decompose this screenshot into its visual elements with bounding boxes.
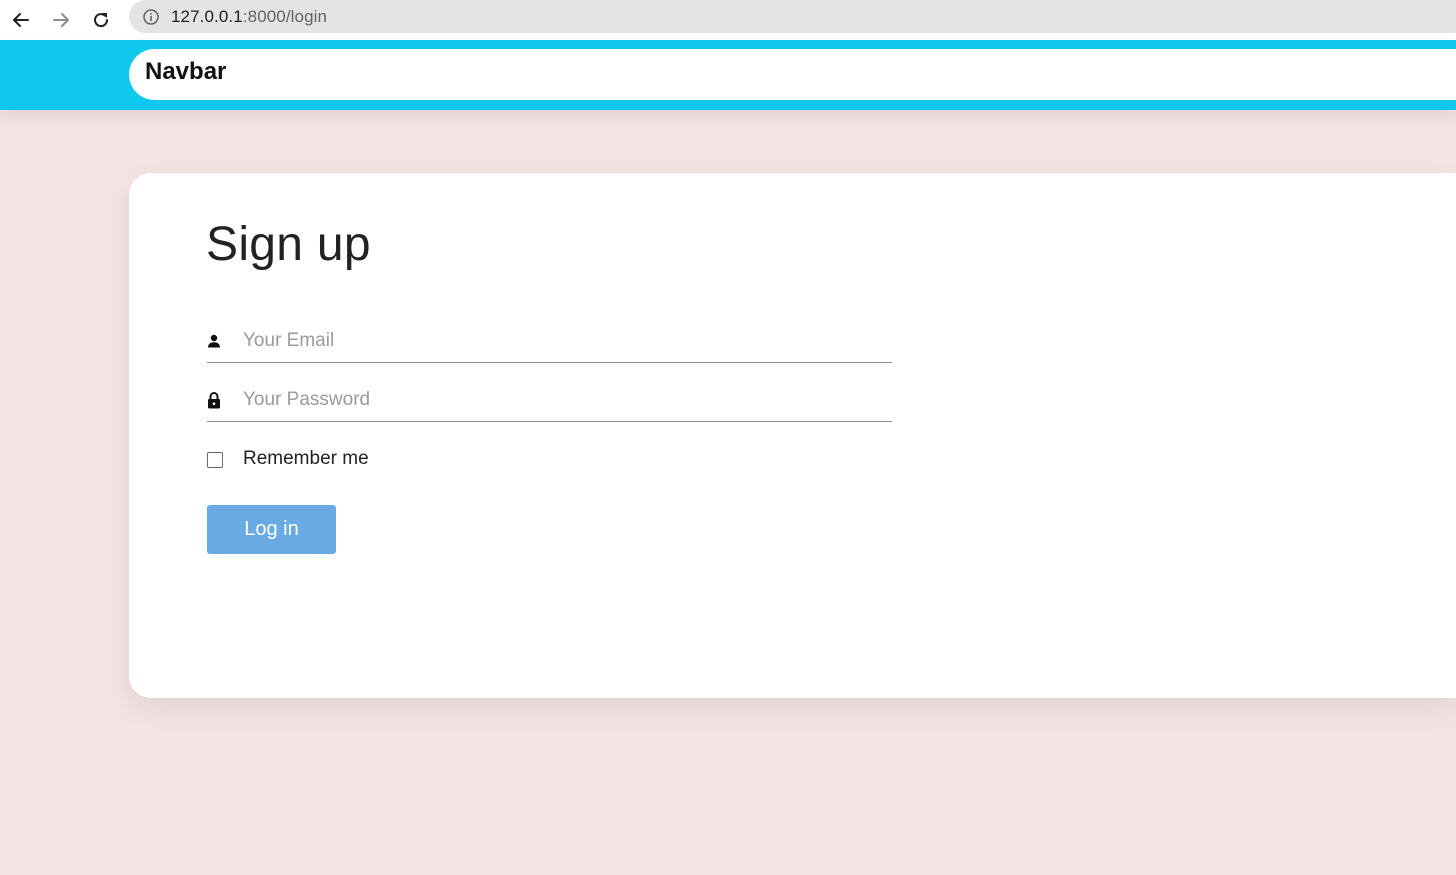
login-card: Sign up Remember me Log in	[129, 173, 1456, 698]
browser-toolbar: 127.0.0.1:8000/login	[0, 0, 1456, 40]
back-button[interactable]	[6, 5, 36, 35]
info-icon[interactable]	[143, 8, 159, 25]
url-path: :8000/login	[242, 6, 328, 26]
app-navbar: Navbar	[0, 40, 1456, 110]
page-title: Sign up	[206, 218, 371, 271]
address-bar[interactable]: 127.0.0.1:8000/login	[129, 0, 1456, 33]
navbar-pill: Navbar	[129, 49, 1456, 100]
login-button[interactable]: Log in	[207, 505, 336, 554]
reload-button[interactable]	[86, 5, 116, 35]
arrow-left-icon	[13, 13, 29, 27]
forward-button[interactable]	[46, 5, 76, 35]
password-input[interactable]	[243, 381, 883, 419]
email-input[interactable]	[243, 322, 883, 360]
person-icon	[207, 330, 221, 352]
remember-me-label: Remember me	[243, 448, 369, 469]
lock-icon	[207, 389, 221, 411]
remember-me-checkbox[interactable]	[207, 452, 223, 468]
navbar-brand[interactable]: Navbar	[145, 58, 226, 86]
url-host: 127.0.0.1	[171, 6, 243, 26]
remember-me-option[interactable]: Remember me	[207, 448, 369, 470]
url-text: 127.0.0.1:8000/login	[171, 7, 327, 27]
email-field	[207, 322, 892, 363]
arrow-right-icon	[53, 13, 69, 27]
password-field	[207, 381, 892, 422]
reload-icon	[94, 13, 109, 28]
